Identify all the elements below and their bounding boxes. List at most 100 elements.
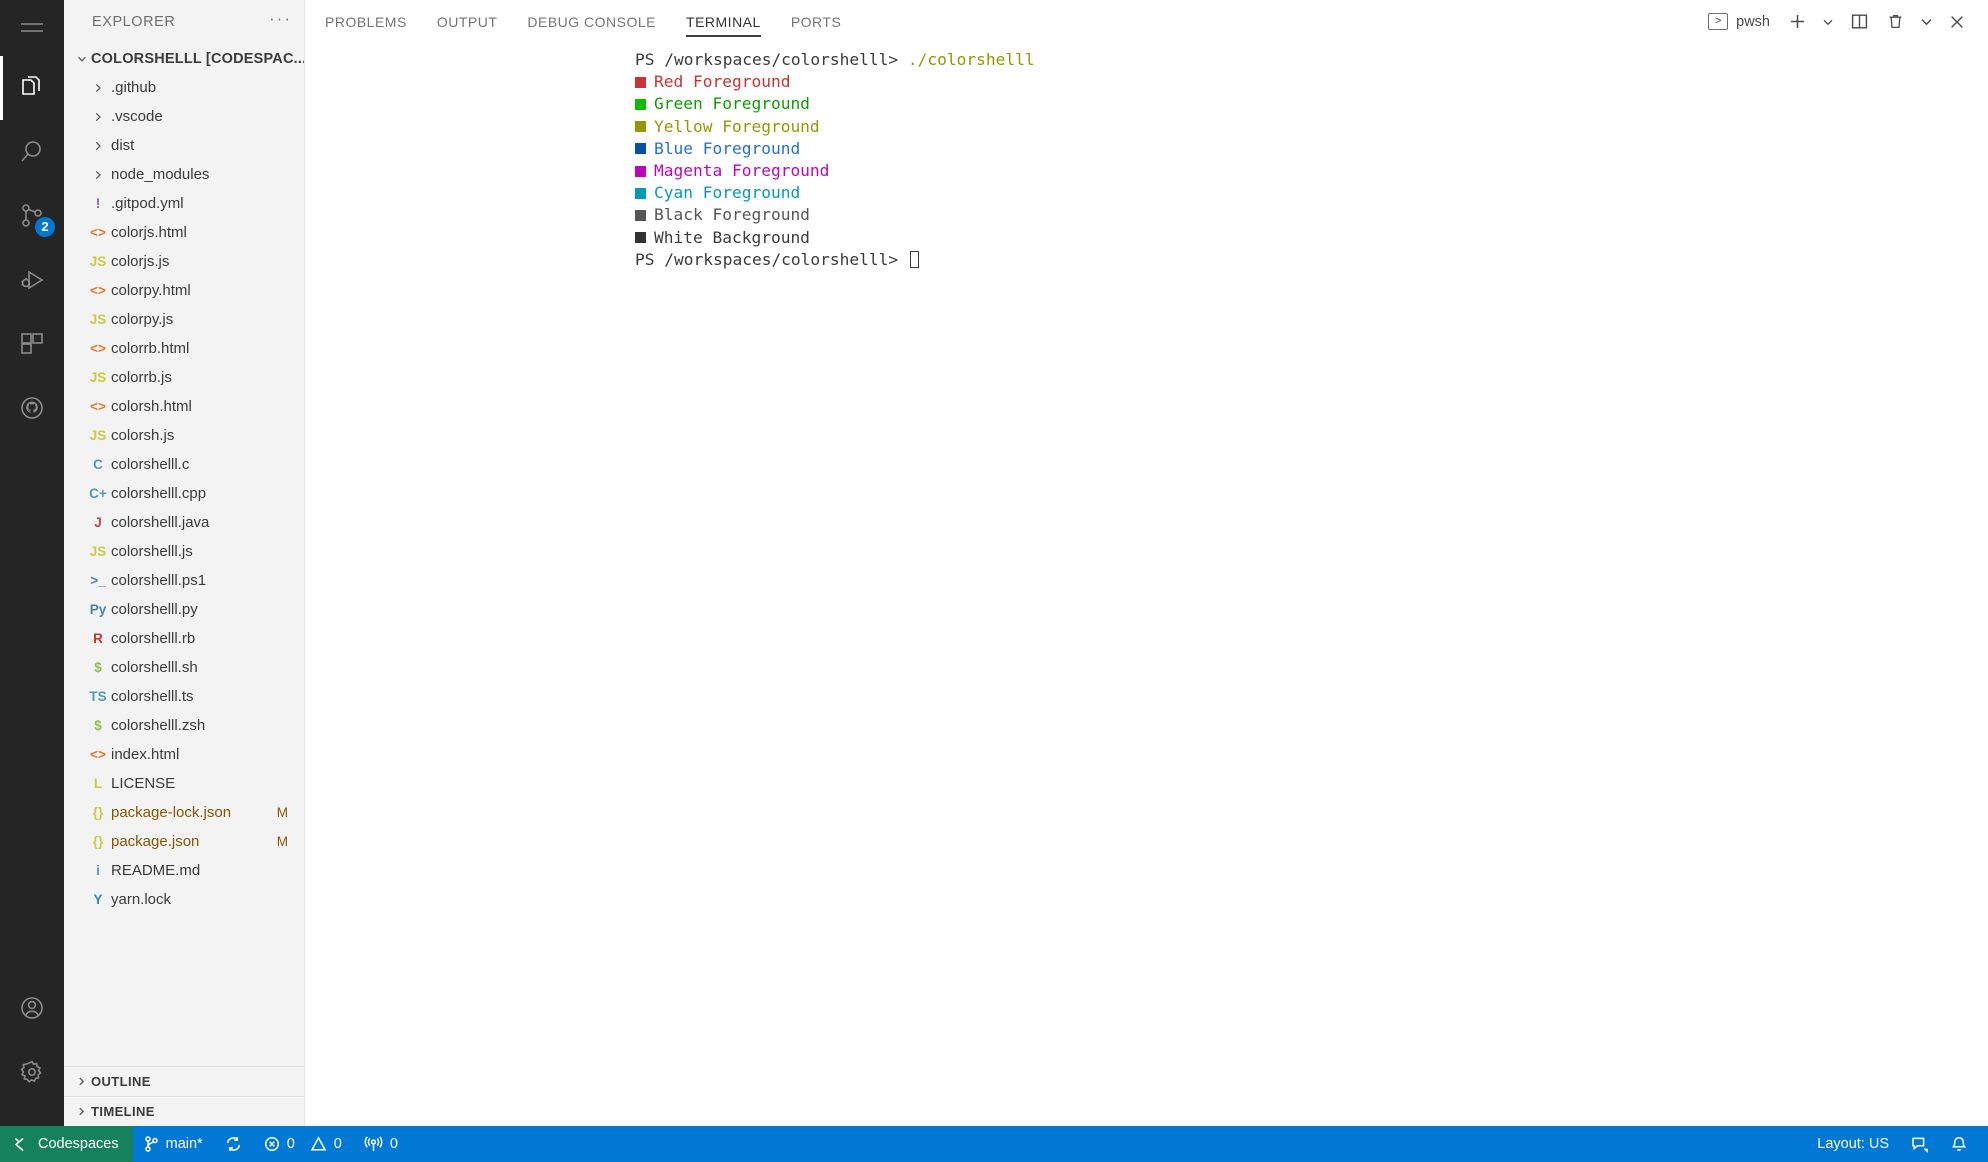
- active-terminal-label: pwsh: [1736, 13, 1770, 30]
- split-terminal-button[interactable]: [1844, 7, 1874, 37]
- file-tree-item[interactable]: dist: [64, 131, 304, 160]
- sidebar-item-github[interactable]: [0, 376, 64, 440]
- status-problems-button[interactable]: 0 0: [253, 1126, 353, 1162]
- sidebar-item-explorer[interactable]: [0, 56, 64, 120]
- color-swatch: [635, 209, 646, 221]
- file-tree-item[interactable]: i README.md: [64, 856, 304, 885]
- status-sync-button[interactable]: [214, 1126, 253, 1162]
- file-tree-item[interactable]: JS colorsh.js: [64, 421, 304, 450]
- file-name: colorsh.js: [111, 427, 175, 444]
- file-tree-item[interactable]: C+ colorshelll.cpp: [64, 479, 304, 508]
- sidebar-more-actions-icon[interactable]: ···: [269, 10, 292, 30]
- new-terminal-button[interactable]: [1782, 7, 1812, 37]
- file-tree-item[interactable]: >_ colorshelll.ps1: [64, 566, 304, 595]
- panel-tabs: PROBLEMS OUTPUT DEBUG CONSOLE TERMINAL PORTS: [325, 0, 871, 43]
- file-name: colorrb.js: [111, 369, 172, 386]
- status-branch-button[interactable]: main*: [133, 1126, 214, 1162]
- file-name: dist: [111, 137, 135, 154]
- files-explorer-icon: [22, 76, 40, 95]
- html-file-icon: <>: [90, 225, 106, 240]
- file-tree-item[interactable]: {} package.json M: [64, 827, 304, 856]
- file-tree-item[interactable]: $ colorshelll.zsh: [64, 711, 304, 740]
- status-branch-label: main*: [165, 1136, 203, 1152]
- file-tree-item[interactable]: Yyarn.lock: [64, 885, 304, 914]
- hamburger-menu-icon[interactable]: [0, 0, 64, 56]
- file-tree-item[interactable]: <> colorsh.html: [64, 392, 304, 421]
- file-tree-item[interactable]: Py colorshelll.py: [64, 595, 304, 624]
- file-tree-item[interactable]: ! .gitpod.yml: [64, 189, 304, 218]
- kill-terminal-button[interactable]: [1880, 7, 1910, 37]
- workspace-root-row[interactable]: COLORSHELLL [CODESPAC...: [64, 44, 304, 73]
- terminal-line: Green Foreground: [305, 93, 1988, 115]
- sidebar-item-search[interactable]: [0, 120, 64, 184]
- panel-views-dropdown-button[interactable]: [1916, 7, 1936, 37]
- file-tree-item[interactable]: Jcolorshelll.java: [64, 508, 304, 537]
- javascript-file-icon: JS: [89, 544, 107, 559]
- file-tree-item[interactable]: <> colorrb.html: [64, 334, 304, 363]
- file-tree-item[interactable]: $ colorshelll.sh: [64, 653, 304, 682]
- file-tree-item[interactable]: .github: [64, 73, 304, 102]
- terminal-line-text: Magenta Foreground: [654, 160, 830, 180]
- status-bar-right: Layout: US: [1806, 1126, 1988, 1162]
- file-tree-item[interactable]: {} package-lock.json M: [64, 798, 304, 827]
- status-codespaces-label: Codespaces: [38, 1136, 119, 1152]
- file-tree-item[interactable]: <> colorjs.html: [64, 218, 304, 247]
- sidebar-section-outline[interactable]: OUTLINE: [64, 1066, 304, 1096]
- tab-ports[interactable]: PORTS: [791, 0, 841, 43]
- terminal-line-text: White Background: [654, 227, 810, 247]
- file-tree-item[interactable]: <> colorpy.html: [64, 276, 304, 305]
- activity-bar: 2: [0, 0, 64, 1126]
- sidebar-section-timeline[interactable]: TIMELINE: [64, 1096, 304, 1126]
- color-swatch: [635, 232, 646, 244]
- tab-debug-console[interactable]: DEBUG CONSOLE: [527, 0, 656, 43]
- status-codespaces-button[interactable]: Codespaces: [0, 1126, 133, 1162]
- javascript-file-icon: JS: [89, 428, 107, 443]
- file-tree-item[interactable]: JS colorrb.js: [64, 363, 304, 392]
- html-file-icon: <>: [90, 341, 106, 356]
- file-name: colorshelll.rb: [111, 630, 196, 647]
- file-tree-item[interactable]: node_modules: [64, 160, 304, 189]
- folder: [85, 169, 111, 181]
- file-tree-item[interactable]: Ccolorshelll.c: [64, 450, 304, 479]
- panel-area: PROBLEMS OUTPUT DEBUG CONSOLE TERMINAL PORTS…: [305, 0, 1988, 1126]
- workspace-root-label: COLORSHELLL [CODESPAC...: [91, 50, 304, 67]
- sidebar-item-run-and-debug[interactable]: [0, 248, 64, 312]
- tab-problems[interactable]: PROBLEMS: [325, 0, 407, 43]
- accounts-button[interactable]: [0, 976, 64, 1040]
- close-panel-button[interactable]: [1942, 7, 1972, 37]
- bell-icon: [1951, 1136, 1967, 1151]
- terminal-line-text: Red Foreground: [654, 72, 791, 92]
- explorer-sidebar: EXPLORER ··· COLORSHELLL [CODESPAC... .g…: [64, 0, 305, 1126]
- file-name: yarn.lock: [111, 891, 172, 908]
- terminal-profile-dropdown-button[interactable]: [1818, 7, 1838, 37]
- manage-settings-button[interactable]: [0, 1040, 64, 1104]
- color-swatch: [635, 76, 646, 88]
- file-tree-item[interactable]: TS colorshelll.ts: [64, 682, 304, 711]
- file-tree-item[interactable]: .vscode: [64, 102, 304, 131]
- github-icon: [21, 397, 43, 419]
- file-tree-item[interactable]: JS colorpy.js: [64, 305, 304, 334]
- terminal-prompt: PS /workspaces/colorshelll>: [635, 249, 908, 269]
- file-tree-item[interactable]: <> index.html: [64, 740, 304, 769]
- file-tree-item[interactable]: Rcolorshelll.rb: [64, 624, 304, 653]
- status-feedback-button[interactable]: [1900, 1126, 1940, 1162]
- file-tree-item[interactable]: L LICENSE: [64, 769, 304, 798]
- active-terminal-chip[interactable]: > pwsh: [1708, 13, 1770, 30]
- tab-output[interactable]: OUTPUT: [437, 0, 498, 43]
- status-keyboard-layout[interactable]: Layout: US: [1806, 1126, 1900, 1162]
- sidebar-item-source-control[interactable]: 2: [0, 184, 64, 248]
- extensions-icon: [21, 333, 43, 354]
- terminal-output[interactable]: PS /workspaces/colorshelll> ./colorshell…: [305, 43, 1988, 1126]
- file-name: colorshelll.cpp: [111, 485, 207, 502]
- file-tree-item[interactable]: JS colorjs.js: [64, 247, 304, 276]
- status-notifications-button[interactable]: [1940, 1126, 1978, 1162]
- sidebar-item-extensions[interactable]: [0, 312, 64, 376]
- json-file-icon: {}: [92, 805, 104, 820]
- status-ports-button[interactable]: 0: [353, 1126, 409, 1162]
- html-file-icon: <>: [90, 399, 106, 414]
- tab-terminal[interactable]: TERMINAL: [686, 0, 761, 43]
- file-name: colorshelll.sh: [111, 659, 198, 676]
- file-tree-item[interactable]: JS colorshelll.js: [64, 537, 304, 566]
- file-name: node_modules: [111, 166, 210, 183]
- yaml-file-icon: !: [95, 196, 101, 211]
